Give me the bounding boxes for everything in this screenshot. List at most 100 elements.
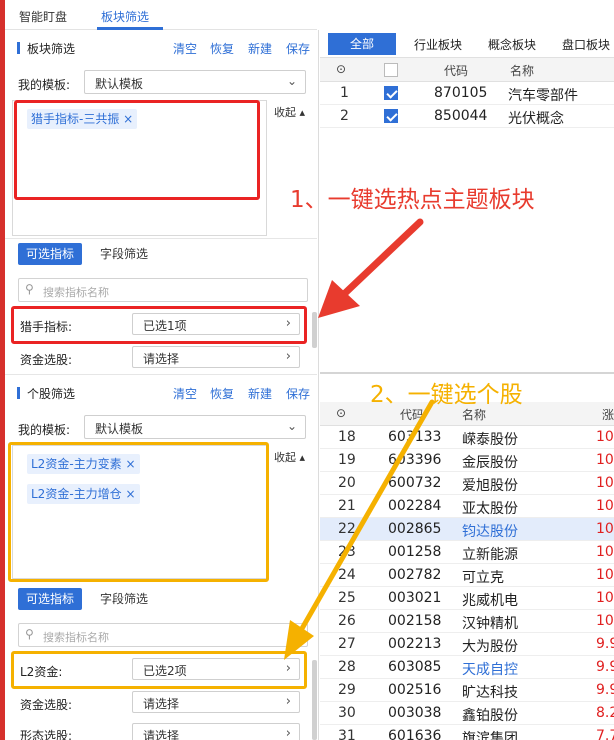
- table-row[interactable]: 19 603396 金辰股份 10.0: [320, 449, 614, 472]
- template-label: 我的模板:: [18, 423, 71, 437]
- collapse-toggle[interactable]: 收起 ▴: [274, 449, 305, 465]
- row-number-icon: ⊙: [336, 406, 347, 420]
- cell-name: 亚太股份: [462, 501, 518, 517]
- table-row[interactable]: 25 003021 兆威机电 10.0: [320, 587, 614, 610]
- template-select[interactable]: 默认模板 ⌄: [84, 415, 306, 439]
- indicator-search-input[interactable]: ⚲ 搜索指标名称: [18, 623, 308, 647]
- picker-value: 请选择: [143, 697, 180, 711]
- row-index: 18: [338, 429, 356, 445]
- pattern-stock-picker[interactable]: 请选择 ›: [132, 723, 300, 740]
- cell-code: 003021: [388, 590, 442, 606]
- cell-name: 汽车零部件: [508, 88, 578, 104]
- right-tab-bar: 全部 行业板块 概念板块 盘口板块: [320, 30, 614, 58]
- template-select-value: 默认模板: [95, 422, 144, 436]
- table-row[interactable]: 23 001258 立新能源 10.0: [320, 541, 614, 564]
- cell-code: 003038: [388, 705, 442, 721]
- cell-code: 603133: [388, 429, 442, 445]
- cell-code: 603085: [388, 659, 442, 675]
- collapse-toggle[interactable]: 收起 ▴: [274, 104, 305, 120]
- cell-change: 10.0: [596, 590, 614, 606]
- table-row[interactable]: 31 601636 旗滨集团 7.7: [320, 725, 614, 740]
- table-row[interactable]: 22 002865 钧达股份 10.0: [320, 518, 614, 541]
- table-row[interactable]: 26 002158 汉钟精机 10.0: [320, 610, 614, 633]
- row-index: 27: [338, 636, 356, 652]
- cell-code: 600732: [388, 475, 442, 491]
- picker-value: 请选择: [143, 352, 180, 366]
- tab-all[interactable]: 全部: [328, 33, 396, 55]
- active-tab-indicator: [97, 27, 163, 30]
- pane-divider: [318, 30, 319, 740]
- cell-name: 天成自控: [462, 662, 518, 678]
- cell-code: 002782: [388, 567, 442, 583]
- search-icon: ⚲: [25, 282, 34, 296]
- table-row[interactable]: 18 603133 嵘泰股份 10.0: [320, 426, 614, 449]
- cell-change: 9.9: [596, 636, 614, 652]
- red-arrow-shaft: [338, 218, 424, 300]
- row-index: 20: [338, 475, 356, 491]
- table-row[interactable]: 29 002516 旷达科技 9.9: [320, 679, 614, 702]
- cell-name: 鑫铂股份: [462, 708, 518, 724]
- row-index: 25: [338, 590, 356, 606]
- picker-value: 请选择: [143, 729, 180, 740]
- search-icon: ⚲: [25, 627, 34, 641]
- tab-field-filter[interactable]: 字段筛选: [92, 243, 156, 265]
- sector-filter-title: 板块筛选: [27, 42, 76, 56]
- table-row[interactable]: 27 002213 大为股份 9.9: [320, 633, 614, 656]
- left-edge-bar: [0, 0, 5, 740]
- cell-name: 旗滨集团: [462, 731, 518, 740]
- col-change: 涨: [602, 408, 614, 422]
- save-button[interactable]: 保存: [286, 385, 310, 402]
- cell-name: 汉钟精机: [462, 616, 518, 632]
- restore-button[interactable]: 恢复: [210, 40, 234, 57]
- col-name: 名称: [510, 64, 535, 78]
- table-row[interactable]: 1 870105 汽车零部件: [320, 82, 614, 105]
- row-index: 19: [338, 452, 356, 468]
- new-button[interactable]: 新建: [248, 40, 272, 57]
- table-row[interactable]: 24 002782 可立克 10.0: [320, 564, 614, 587]
- cell-change: 10.0: [596, 544, 614, 560]
- stock-filter-title: 个股筛选: [27, 387, 76, 401]
- template-select[interactable]: 默认模板 ⌄: [84, 70, 306, 94]
- highlight-box-red: [11, 306, 307, 344]
- clear-button[interactable]: 清空: [173, 385, 197, 402]
- fund-stock-picker[interactable]: 请选择 ›: [132, 691, 300, 713]
- row-checkbox[interactable]: [384, 86, 398, 100]
- tab-field-filter[interactable]: 字段筛选: [92, 588, 156, 610]
- sector-filter-header: 板块筛选 清空 恢复 新建 保存: [5, 34, 317, 62]
- field-label-pattern: 形态选股:: [20, 729, 73, 740]
- tab-sector-filter[interactable]: 板块筛选: [101, 8, 149, 25]
- table-row[interactable]: 2 850044 光伏概念: [320, 105, 614, 128]
- highlight-box-red: [14, 100, 260, 200]
- table-row[interactable]: 21 002284 亚太股份 10.0: [320, 495, 614, 518]
- row-index: 21: [338, 498, 356, 514]
- chevron-right-icon: ›: [285, 694, 291, 709]
- new-button[interactable]: 新建: [248, 385, 272, 402]
- restore-button[interactable]: 恢复: [210, 385, 234, 402]
- cell-change: 10.0: [596, 452, 614, 468]
- tab-market[interactable]: 盘口板块: [562, 36, 610, 53]
- table-row[interactable]: 30 003038 鑫铂股份 8.2: [320, 702, 614, 725]
- cell-change: 10.0: [596, 613, 614, 629]
- highlight-box-orange: [11, 651, 307, 689]
- row-checkbox[interactable]: [384, 109, 398, 123]
- tab-available-indicators[interactable]: 可选指标: [18, 588, 83, 610]
- table-row[interactable]: 20 600732 爱旭股份 10.0: [320, 472, 614, 495]
- cell-code: 601636: [388, 728, 442, 740]
- clear-button[interactable]: 清空: [173, 40, 197, 57]
- fund-stock-picker[interactable]: 请选择 ›: [132, 346, 300, 368]
- tab-available-indicators[interactable]: 可选指标: [18, 243, 83, 265]
- tab-concept[interactable]: 概念板块: [488, 36, 536, 53]
- scrollbar[interactable]: [312, 660, 317, 740]
- save-button[interactable]: 保存: [286, 40, 310, 57]
- cell-name: 钧达股份: [462, 524, 518, 540]
- select-all-checkbox[interactable]: [384, 63, 398, 77]
- tab-smart-watch[interactable]: 智能盯盘: [19, 8, 67, 25]
- indicator-search-input[interactable]: ⚲ 搜索指标名称: [18, 278, 308, 302]
- pane-splitter[interactable]: [320, 372, 614, 374]
- cell-code: 002158: [388, 613, 442, 629]
- scrollbar[interactable]: [312, 312, 317, 348]
- row-index: 22: [338, 521, 356, 537]
- field-label-fund: 资金选股:: [20, 698, 73, 712]
- table-row[interactable]: 28 603085 天成自控 9.9: [320, 656, 614, 679]
- tab-industry[interactable]: 行业板块: [414, 36, 462, 53]
